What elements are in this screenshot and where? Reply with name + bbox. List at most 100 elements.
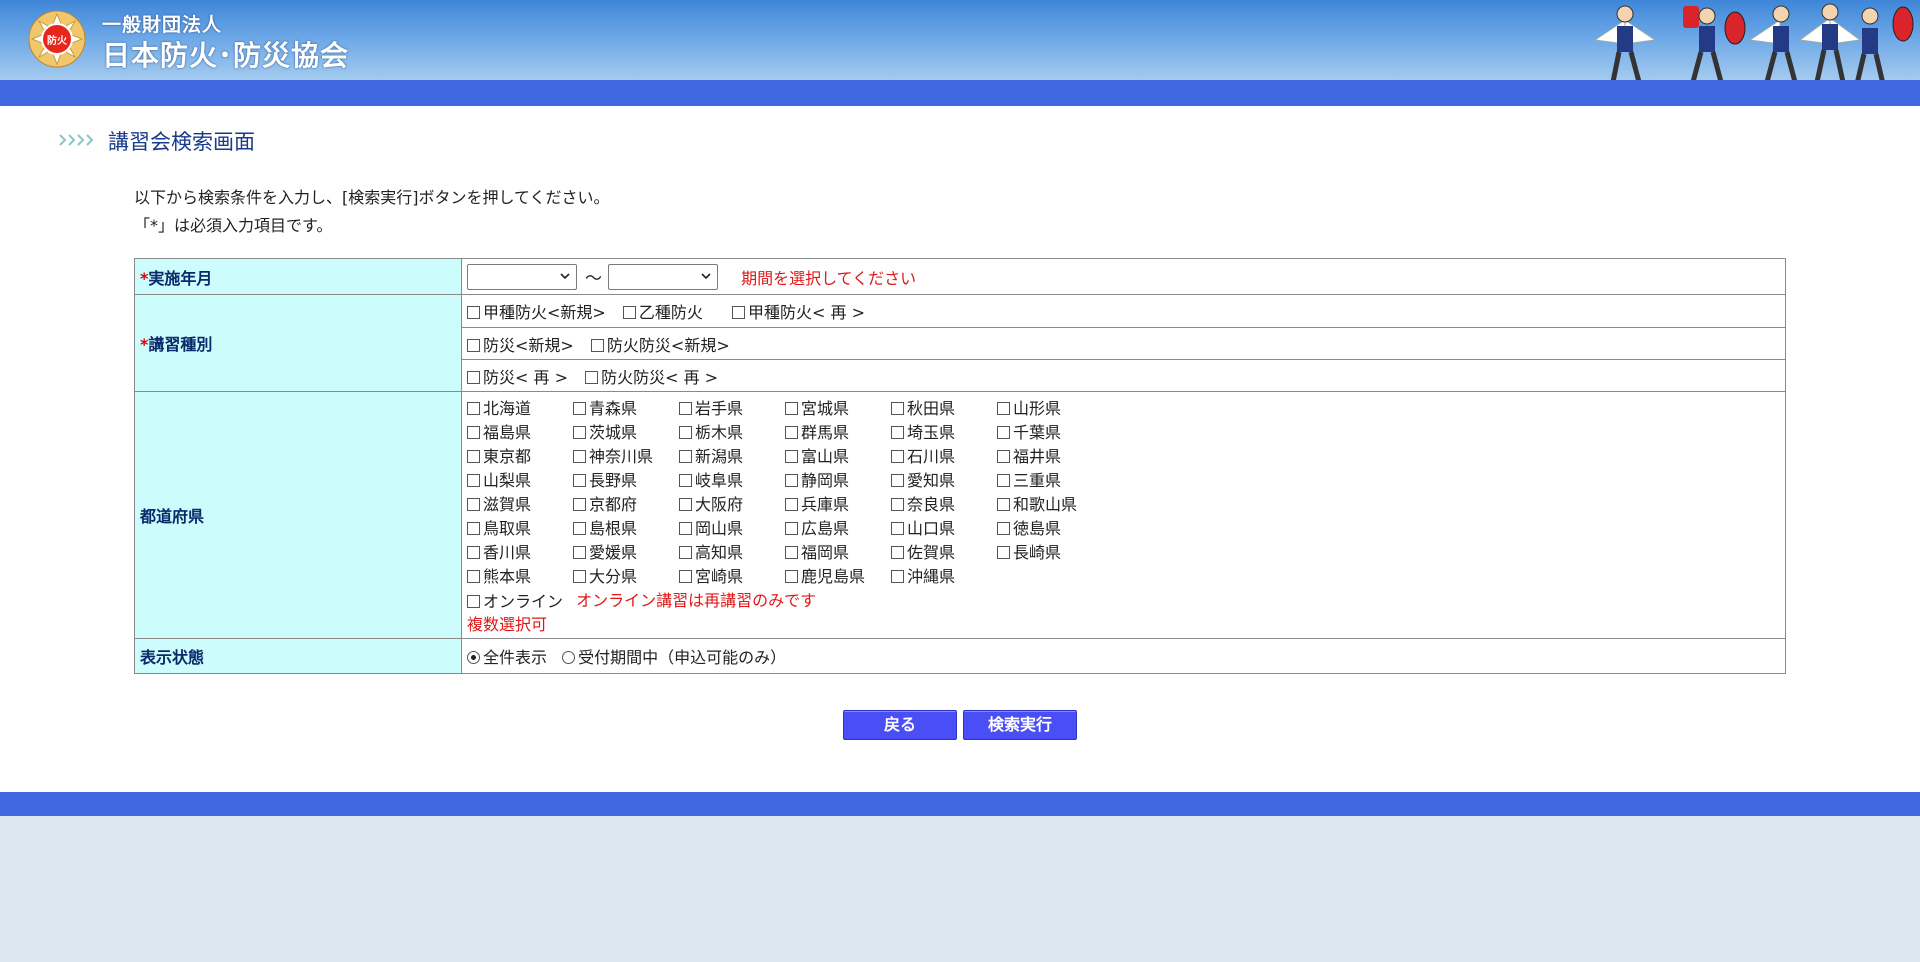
checkbox[interactable]: [467, 450, 480, 463]
prefecture-option[interactable]: 徳島県: [997, 519, 1103, 539]
prefecture-option[interactable]: 秋田県: [891, 399, 997, 419]
checkbox[interactable]: [997, 498, 1010, 511]
prefecture-option[interactable]: 京都府: [573, 495, 679, 515]
checkbox[interactable]: [732, 306, 746, 319]
prefecture-option[interactable]: 北海道: [467, 399, 573, 419]
prefecture-option[interactable]: 長野県: [573, 471, 679, 491]
prefecture-option[interactable]: 広島県: [785, 519, 891, 539]
checkbox[interactable]: [785, 474, 798, 487]
date-to-select[interactable]: [608, 263, 718, 290]
checkbox[interactable]: [679, 474, 692, 487]
checkbox[interactable]: [573, 522, 586, 535]
prefecture-option[interactable]: 山形県: [997, 399, 1103, 419]
prefecture-option[interactable]: 高知県: [679, 543, 785, 563]
checkbox[interactable]: [467, 498, 480, 511]
prefecture-option[interactable]: 佐賀県: [891, 543, 997, 563]
checkbox[interactable]: [467, 338, 480, 352]
checkbox[interactable]: [679, 522, 692, 535]
radio-selected[interactable]: [467, 651, 480, 664]
checkbox[interactable]: [467, 306, 480, 319]
prefecture-option[interactable]: 茨城県: [573, 423, 679, 443]
back-button[interactable]: 戻る: [843, 710, 957, 740]
prefecture-option[interactable]: 香川県: [467, 543, 573, 563]
prefecture-option[interactable]: 岡山県: [679, 519, 785, 539]
prefecture-option[interactable]: 山梨県: [467, 471, 573, 491]
prefecture-option[interactable]: 静岡県: [785, 471, 891, 491]
checkbox[interactable]: [997, 474, 1010, 487]
prefecture-option[interactable]: 栃木県: [679, 423, 785, 443]
checkbox[interactable]: [891, 450, 904, 463]
course-option[interactable]: 防火防災< 再 >: [585, 364, 718, 388]
checkbox[interactable]: [467, 570, 480, 583]
checkbox[interactable]: [573, 426, 586, 439]
prefecture-option[interactable]: 三重県: [997, 471, 1103, 491]
prefecture-option[interactable]: 青森県: [573, 399, 679, 419]
checkbox[interactable]: [573, 546, 586, 559]
checkbox[interactable]: [467, 402, 480, 415]
checkbox[interactable]: [573, 450, 586, 463]
prefecture-option[interactable]: 新潟県: [679, 447, 785, 467]
checkbox[interactable]: [679, 450, 692, 463]
checkbox[interactable]: [622, 306, 636, 319]
checkbox[interactable]: [679, 546, 692, 559]
date-from-select[interactable]: [467, 263, 577, 290]
checkbox[interactable]: [679, 498, 692, 511]
checkbox[interactable]: [467, 546, 480, 559]
checkbox[interactable]: [891, 546, 904, 559]
course-option[interactable]: 防災< 再 >: [467, 364, 568, 388]
prefecture-option[interactable]: 神奈川県: [573, 447, 679, 467]
checkbox[interactable]: [573, 402, 586, 415]
checkbox[interactable]: [997, 546, 1010, 559]
prefecture-option[interactable]: 兵庫県: [785, 495, 891, 515]
prefecture-option[interactable]: 大阪府: [679, 495, 785, 515]
prefecture-option[interactable]: 宮崎県: [679, 567, 785, 587]
course-option[interactable]: 防災<新規>: [467, 332, 574, 356]
prefecture-option[interactable]: 東京都: [467, 447, 573, 467]
prefecture-option[interactable]: 大分県: [573, 567, 679, 587]
checkbox[interactable]: [891, 402, 904, 415]
checkbox[interactable]: [467, 474, 480, 487]
prefecture-option[interactable]: 和歌山県: [997, 495, 1103, 515]
prefecture-option[interactable]: 愛知県: [891, 471, 997, 491]
prefecture-option[interactable]: 岩手県: [679, 399, 785, 419]
prefecture-option[interactable]: 滋賀県: [467, 495, 573, 515]
prefecture-option[interactable]: 長崎県: [997, 543, 1103, 563]
checkbox[interactable]: [785, 570, 798, 583]
prefecture-option[interactable]: 富山県: [785, 447, 891, 467]
prefecture-option[interactable]: 福島県: [467, 423, 573, 443]
prefecture-option[interactable]: 山口県: [891, 519, 997, 539]
prefecture-option[interactable]: 福井県: [997, 447, 1103, 467]
prefecture-option[interactable]: 熊本県: [467, 567, 573, 587]
checkbox[interactable]: [891, 522, 904, 535]
checkbox[interactable]: [997, 450, 1010, 463]
checkbox[interactable]: [467, 522, 480, 535]
radio[interactable]: [562, 651, 576, 664]
checkbox[interactable]: [573, 570, 586, 583]
prefecture-option[interactable]: 鹿児島県: [785, 567, 891, 587]
online-option[interactable]: オンライン: [467, 592, 563, 612]
checkbox[interactable]: [785, 498, 798, 511]
checkbox[interactable]: [467, 426, 480, 439]
status-option-all[interactable]: 全件表示: [467, 644, 547, 668]
checkbox[interactable]: [891, 570, 904, 583]
checkbox[interactable]: [785, 522, 798, 535]
checkbox[interactable]: [590, 338, 604, 352]
prefecture-option[interactable]: 鳥取県: [467, 519, 573, 539]
checkbox[interactable]: [573, 498, 586, 511]
checkbox[interactable]: [891, 426, 904, 439]
checkbox[interactable]: [997, 426, 1010, 439]
checkbox[interactable]: [573, 474, 586, 487]
checkbox[interactable]: [997, 402, 1010, 415]
checkbox[interactable]: [785, 546, 798, 559]
checkbox[interactable]: [891, 498, 904, 511]
search-button[interactable]: 検索実行: [963, 710, 1077, 740]
checkbox[interactable]: [785, 426, 798, 439]
prefecture-option[interactable]: 群馬県: [785, 423, 891, 443]
course-option[interactable]: 甲種防火< 再 >: [732, 299, 865, 323]
checkbox[interactable]: [679, 426, 692, 439]
prefecture-option[interactable]: 沖縄県: [891, 567, 997, 587]
prefecture-option[interactable]: 島根県: [573, 519, 679, 539]
checkbox[interactable]: [467, 594, 480, 608]
checkbox[interactable]: [467, 370, 480, 384]
status-option-open[interactable]: 受付期間中（申込可能のみ）: [562, 644, 786, 668]
